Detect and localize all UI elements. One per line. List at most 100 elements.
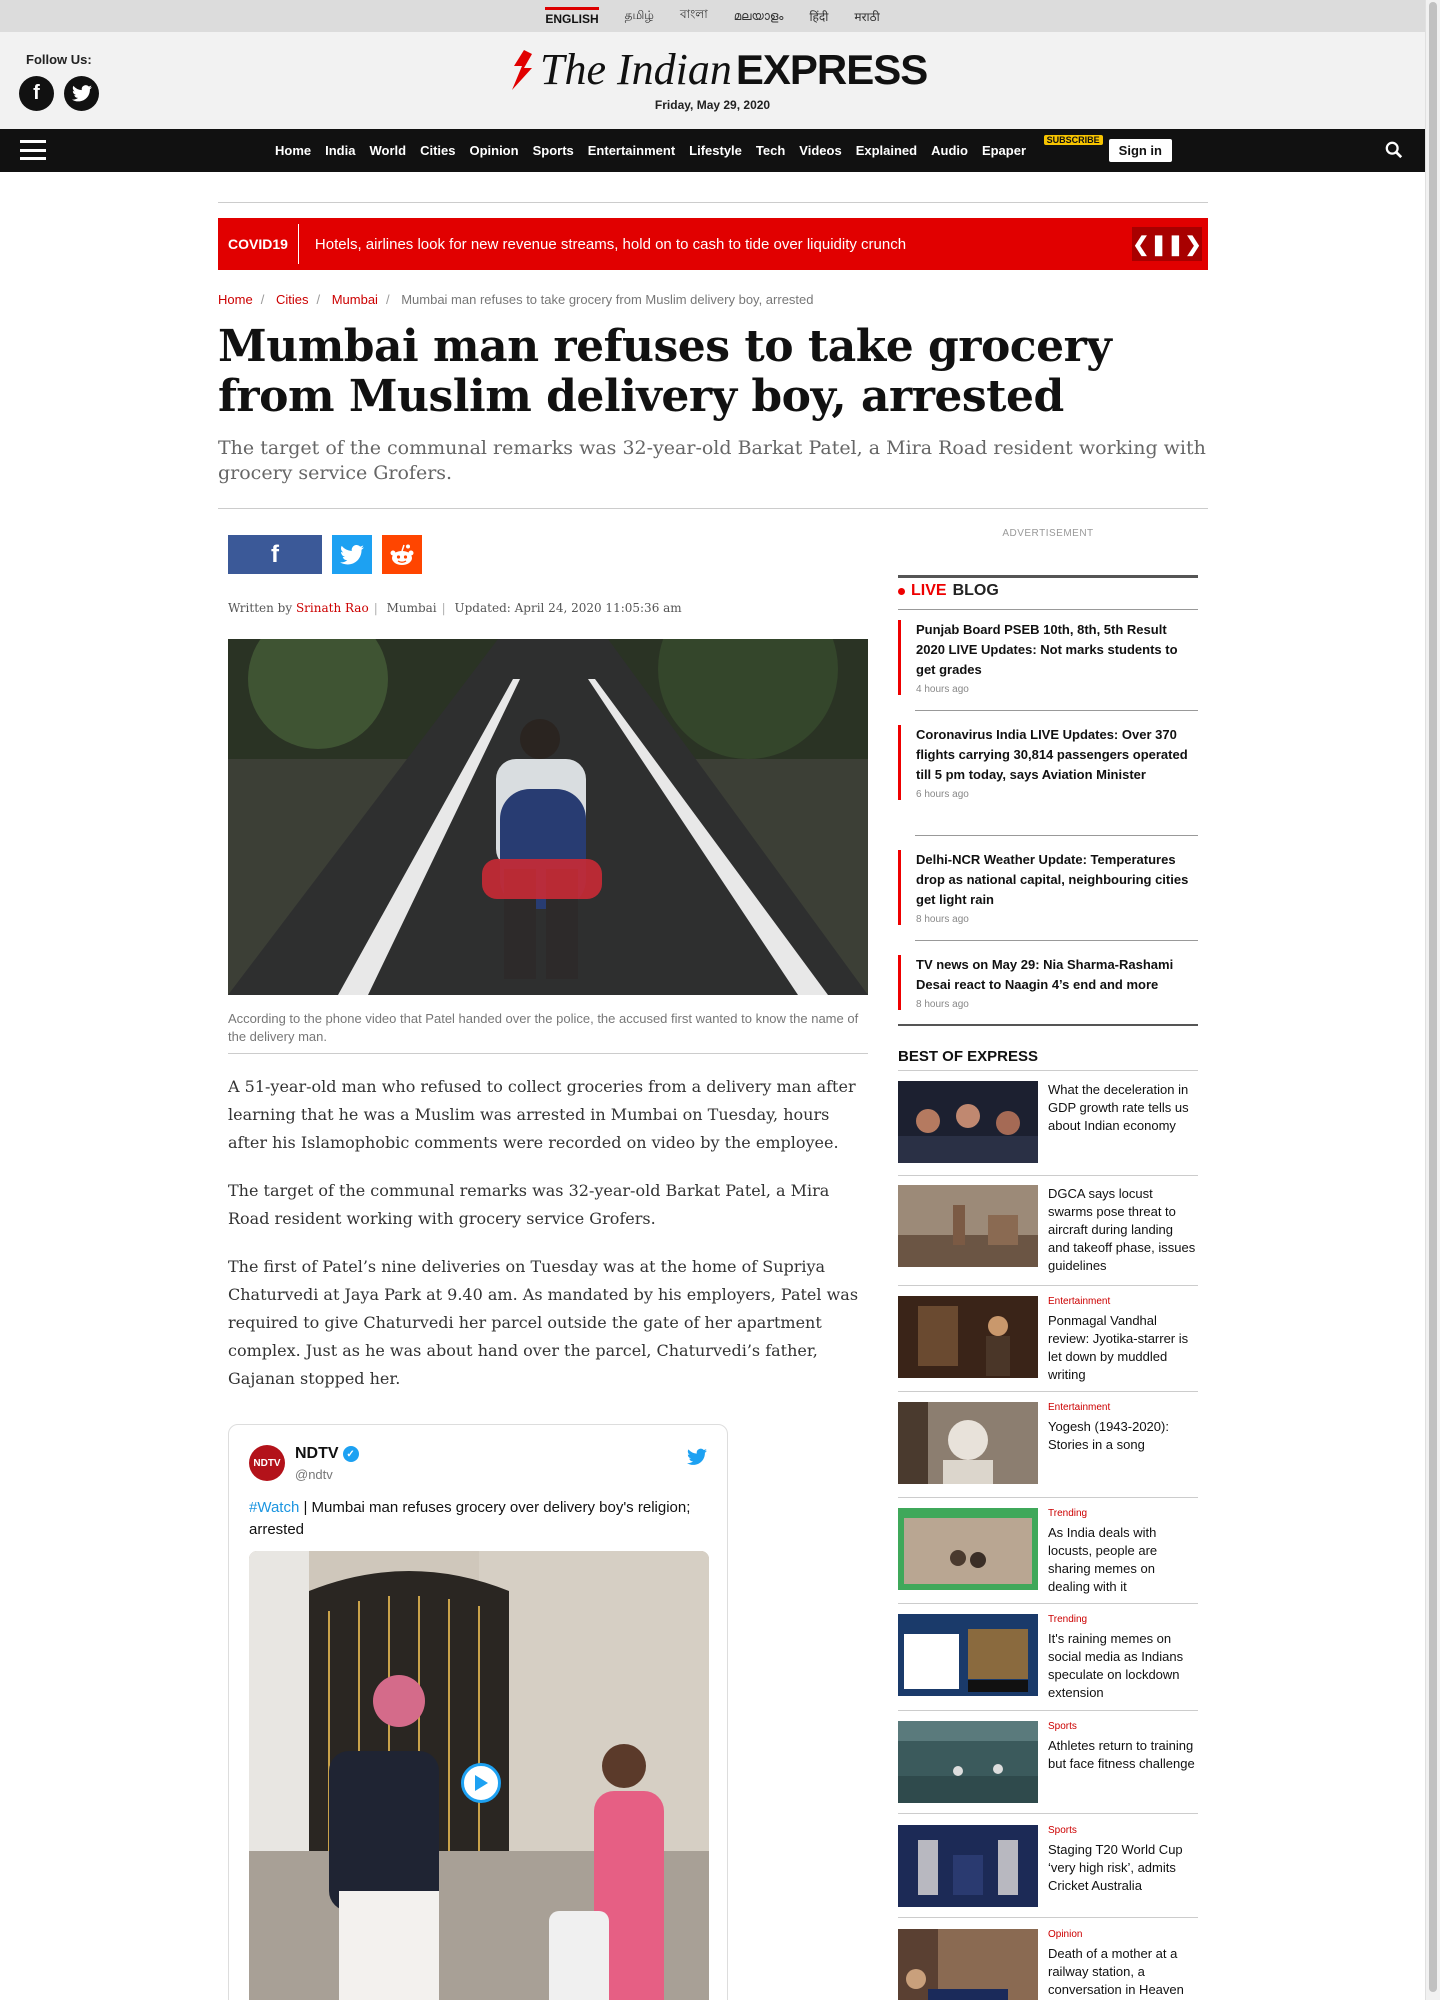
best-item-category[interactable]: Trending — [1048, 1508, 1087, 1519]
play-icon[interactable] — [461, 1763, 501, 1803]
live-blog-item[interactable]: Coronavirus India LIVE Updates: Over 370… — [898, 725, 1198, 800]
live-blog-item[interactable]: TV news on May 29: Nia Sharma-Rashami De… — [898, 955, 1198, 1010]
best-item-title: What the deceleration in GDP growth rate… — [1048, 1082, 1189, 1133]
live-dot-icon — [898, 587, 905, 595]
divider — [898, 1070, 1198, 1071]
best-item-category[interactable]: Entertainment — [1048, 1296, 1110, 1307]
nav-lifestyle[interactable]: Lifestyle — [689, 143, 742, 158]
divider — [218, 508, 1208, 509]
nav-india[interactable]: India — [325, 143, 355, 158]
divider — [898, 1710, 1198, 1711]
tweet-text: #Watch | Mumbai man refuses grocery over… — [249, 1497, 699, 1541]
subscribe-badge[interactable]: SUBSCRIBE — [1043, 135, 1103, 145]
best-of-express-heading: BEST OF EXPRESS — [898, 1048, 1039, 1065]
tweet-video[interactable] — [249, 1551, 709, 2000]
page-scrollbar[interactable] — [1425, 0, 1440, 2000]
ticker-headline[interactable]: Hotels, airlines look for new revenue st… — [299, 236, 906, 253]
nav-world[interactable]: World — [369, 143, 406, 158]
blog-label: BLOG — [952, 582, 999, 599]
nav-explained[interactable]: Explained — [856, 143, 917, 158]
lang-bangla[interactable]: বাংলা — [680, 6, 708, 26]
breadcrumb-home[interactable]: Home — [218, 292, 253, 307]
live-item-time: 6 hours ago — [916, 789, 969, 800]
live-item-title: Coronavirus India LIVE Updates: Over 370… — [916, 727, 1188, 782]
divider — [915, 710, 1198, 711]
search-icon[interactable] — [1385, 141, 1403, 159]
breadcrumb-current: Mumbai man refuses to take grocery from … — [401, 292, 814, 307]
article-synopsis: The target of the communal remarks was 3… — [218, 437, 1206, 484]
logo-flame-icon — [512, 49, 532, 90]
paragraph: The first of Patel’s nine deliveries on … — [228, 1257, 859, 1388]
best-item-category[interactable]: Trending — [1048, 1614, 1087, 1625]
best-item-title: Staging T20 World Cup ‘very high risk’, … — [1048, 1842, 1183, 1893]
lang-marathi[interactable]: मराठी — [854, 8, 879, 25]
live-blog-item[interactable]: Delhi-NCR Weather Update: Temperatures d… — [898, 850, 1198, 925]
author-link[interactable]: Srinath Rao — [296, 601, 369, 615]
sign-in-button[interactable]: Sign in — [1108, 139, 1172, 162]
lang-english[interactable]: ENGLISH — [545, 6, 599, 26]
nav-epaper[interactable]: Epaper SUBSCRIBE — [981, 135, 1103, 158]
live-blog-item[interactable]: Punjab Board PSEB 10th, 8th, 5th Result … — [898, 620, 1198, 695]
divider — [898, 1391, 1198, 1392]
share-facebook-button[interactable]: f — [228, 535, 322, 574]
share-reddit-button[interactable] — [382, 535, 422, 574]
embedded-tweet[interactable]: NDTV NDTV ✓ @ndtv #Watch | Mumbai man re… — [228, 1424, 728, 2000]
nav-cities[interactable]: Cities — [420, 143, 455, 158]
reddit-icon — [390, 544, 414, 565]
follow-us-label: Follow Us: — [26, 52, 92, 67]
paragraph: A 51-year-old man who refused to collect… — [228, 1077, 856, 1152]
best-item-category[interactable]: Opinion — [1048, 1929, 1082, 1940]
lang-hindi[interactable]: हिंदी — [809, 8, 828, 25]
twitter-bird-icon[interactable] — [687, 1447, 707, 1467]
image-caption: According to the phone video that Patel … — [228, 1011, 859, 1044]
nav-videos[interactable]: Videos — [799, 143, 841, 158]
best-item-category[interactable]: Sports — [1048, 1721, 1077, 1732]
share-twitter-button[interactable] — [332, 535, 372, 574]
nav-audio[interactable]: Audio — [931, 143, 968, 158]
site-logo[interactable]: The Indian EXPRESS — [510, 44, 928, 95]
divider — [228, 1053, 868, 1054]
best-item-thumbnail — [898, 1825, 1038, 1907]
article-image — [228, 639, 868, 995]
ticker-tag[interactable]: COVID19 — [218, 224, 299, 264]
ticker-prev-icon[interactable]: ❮ — [1132, 232, 1149, 257]
breadcrumb-mumbai[interactable]: Mumbai — [332, 292, 378, 307]
divider — [898, 1497, 1198, 1498]
nav-sports[interactable]: Sports — [533, 143, 574, 158]
nav-entertainment[interactable]: Entertainment — [588, 143, 675, 158]
share-buttons: f — [228, 535, 422, 574]
live-blog-heading: LIVE BLOG — [898, 582, 999, 600]
ticker-controls: ❮ ❚❚ ❯ — [1132, 227, 1202, 261]
nav-home[interactable]: Home — [275, 143, 311, 158]
lang-malayalam[interactable]: മലയാളം — [734, 9, 784, 24]
byline-prefix: Written by — [228, 601, 293, 615]
best-item-category[interactable]: Sports — [1048, 1825, 1077, 1836]
live-item-title: Delhi-NCR Weather Update: Temperatures d… — [916, 852, 1189, 907]
tweet-author-name: NDTV — [295, 1445, 339, 1462]
nav-opinion[interactable]: Opinion — [469, 143, 518, 158]
tweet-handle[interactable]: @ndtv — [295, 1467, 333, 1482]
live-item-title: TV news on May 29: Nia Sharma-Rashami De… — [916, 957, 1174, 992]
live-label: LIVE — [911, 582, 947, 599]
divider — [915, 835, 1198, 836]
best-item-category[interactable]: Entertainment — [1048, 1402, 1110, 1413]
divider — [898, 609, 1198, 610]
nav-tech[interactable]: Tech — [756, 143, 785, 158]
tweet-hashtag[interactable]: #Watch — [249, 1499, 299, 1516]
best-item-thumbnail — [898, 1614, 1038, 1696]
scrollbar-thumb[interactable] — [1429, 2, 1437, 1992]
covid-ticker: COVID19 Hotels, airlines look for new re… — [218, 218, 1208, 270]
tweet-avatar[interactable]: NDTV — [249, 1445, 285, 1481]
masthead-date: Friday, May 29, 2020 — [654, 98, 771, 112]
ticker-next-icon[interactable]: ❯ — [1185, 232, 1202, 257]
lang-tamil[interactable]: தமிழ் — [625, 8, 654, 24]
breadcrumb-cities[interactable]: Cities — [276, 292, 309, 307]
masthead: Follow Us: f The Indian EXPRESS Friday, … — [0, 32, 1425, 129]
menu-icon[interactable] — [20, 140, 46, 160]
ticker-pause-icon[interactable]: ❚❚ — [1150, 232, 1184, 257]
best-item-title: DGCA says locust swarms pose threat to a… — [1048, 1186, 1196, 1273]
divider — [218, 202, 1208, 203]
tweet-author[interactable]: NDTV ✓ — [295, 1445, 359, 1463]
divider — [915, 940, 1198, 941]
epaper-label: Epaper — [981, 143, 1027, 158]
